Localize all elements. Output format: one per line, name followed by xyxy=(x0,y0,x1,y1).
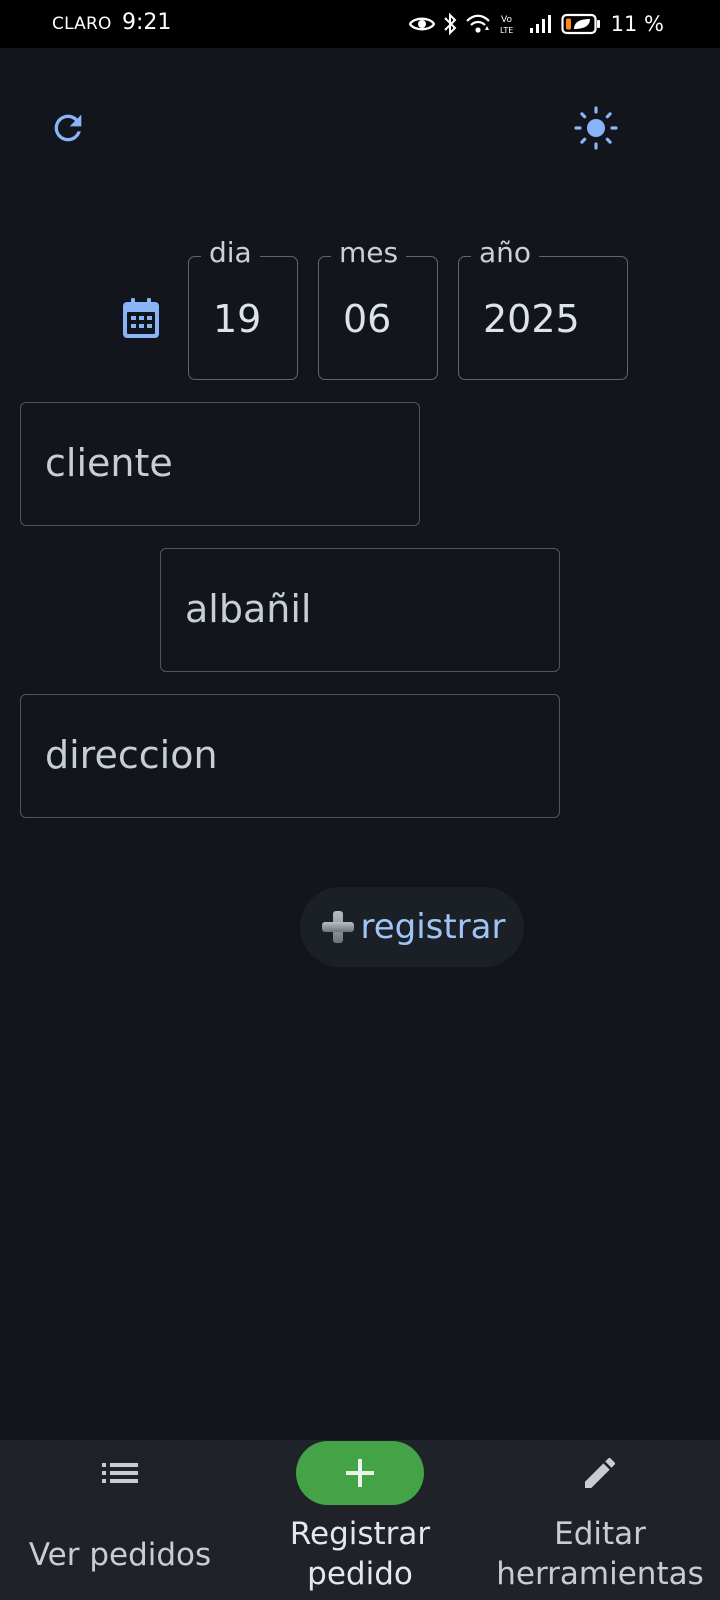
albanil-field[interactable]: albañil xyxy=(160,548,560,672)
wifi-icon xyxy=(465,14,490,33)
nav-label-registrar: Registrar xyxy=(289,1516,431,1552)
nav-icon-container xyxy=(296,1441,424,1505)
nav-icon-container xyxy=(536,1441,664,1505)
clock: 9:21 xyxy=(122,10,172,35)
sun-icon xyxy=(574,106,618,150)
day-field[interactable]: dia 19 xyxy=(188,235,298,380)
battery-icon xyxy=(561,13,600,35)
year-label: año xyxy=(471,235,540,271)
add-icon xyxy=(346,1459,374,1487)
nav-label-herramientas: herramientas xyxy=(496,1556,704,1592)
register-label: registrar xyxy=(360,907,506,947)
list-icon xyxy=(102,1463,138,1483)
register-button[interactable]: registrar xyxy=(300,887,524,967)
year-value: 2025 xyxy=(483,297,580,341)
plus-emoji-icon xyxy=(322,911,355,943)
month-label: mes xyxy=(331,235,407,271)
status-bar: CLARO 9:21 Vo LTE 11 % xyxy=(0,0,720,48)
nav-editar-herramientas[interactable]: Editar herramientas xyxy=(480,1440,720,1600)
refresh-icon xyxy=(54,114,82,142)
nav-registrar-pedido[interactable]: Registrar pedido xyxy=(240,1440,480,1600)
year-field[interactable]: año 2025 xyxy=(458,235,628,380)
calendar-icon[interactable] xyxy=(122,297,160,339)
day-value: 19 xyxy=(213,297,262,341)
nav-ver-pedidos[interactable]: Ver pedidos xyxy=(0,1440,240,1600)
theme-toggle-button[interactable] xyxy=(572,104,620,152)
day-label: dia xyxy=(201,235,260,271)
volte-icon: Vo LTE xyxy=(500,15,513,35)
bottom-navigation: Ver pedidos Registrar pedido Editar herr… xyxy=(0,1440,720,1600)
albanil-placeholder: albañil xyxy=(185,587,312,631)
svg-text:LTE: LTE xyxy=(500,26,513,35)
month-field[interactable]: mes 06 xyxy=(318,235,438,380)
eye-icon xyxy=(408,17,435,31)
signal-icon xyxy=(529,15,551,33)
cliente-placeholder: cliente xyxy=(45,441,173,485)
cliente-field[interactable]: cliente xyxy=(20,402,420,526)
nav-icon-container xyxy=(56,1441,184,1505)
bluetooth-icon xyxy=(443,12,457,36)
nav-label-editar: Editar xyxy=(554,1516,646,1552)
nav-label-pedido: pedido xyxy=(307,1556,413,1592)
app-screen: CLARO 9:21 Vo LTE 11 % dia 19 mes 06 año… xyxy=(0,0,720,1600)
svg-text:Vo: Vo xyxy=(501,15,512,25)
carrier-name: CLARO xyxy=(52,14,112,34)
direccion-placeholder: direccion xyxy=(45,733,218,777)
direccion-field[interactable]: direccion xyxy=(20,694,560,818)
refresh-button[interactable] xyxy=(44,104,92,152)
edit-icon xyxy=(585,1457,616,1488)
month-value: 06 xyxy=(343,297,392,341)
battery-percent: 11 % xyxy=(610,12,664,36)
status-icons: Vo LTE 11 % xyxy=(408,10,664,38)
nav-label-ver-pedidos: Ver pedidos xyxy=(28,1537,212,1573)
